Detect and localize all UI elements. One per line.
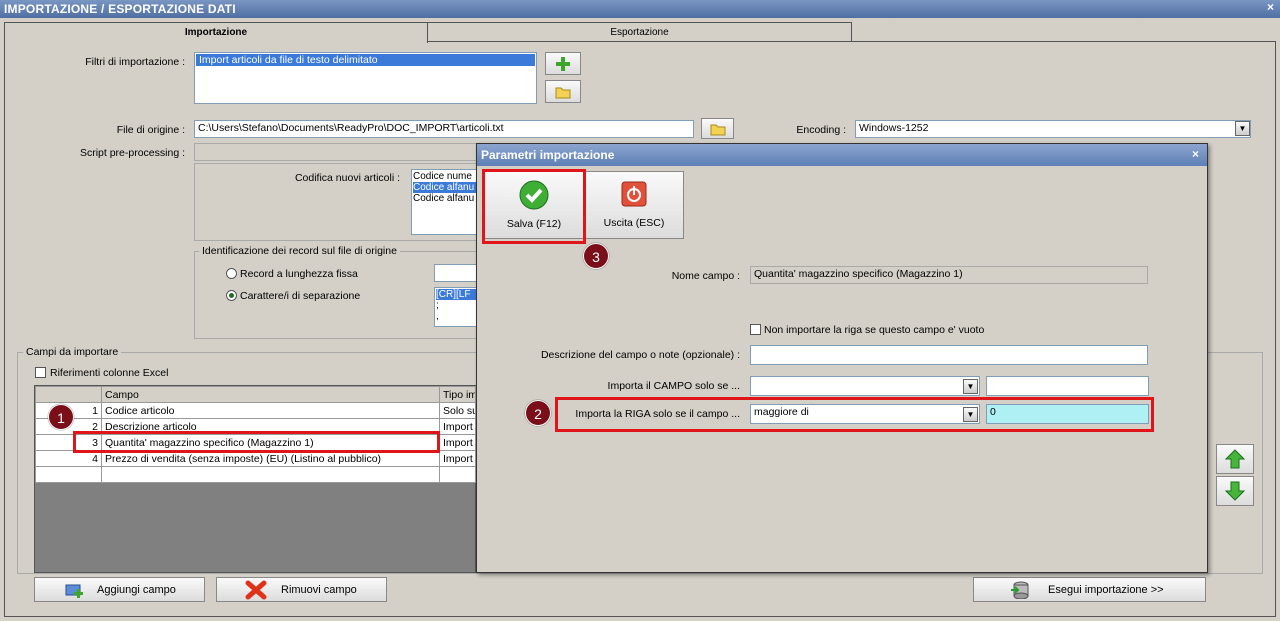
table-header-campo[interactable]: Campo — [101, 386, 440, 403]
table-row-empty[interactable] — [35, 466, 476, 483]
identification-title: Identificazione dei record sul file di o… — [199, 245, 400, 257]
remove-x-icon — [245, 580, 267, 599]
import-field-label: Importa il CAMPO solo se ... — [607, 380, 740, 392]
excel-ref-label: Riferimenti colonne Excel — [50, 367, 169, 379]
chevron-down-icon[interactable]: ▼ — [963, 407, 978, 422]
import-row-value-input[interactable]: 0 — [986, 404, 1149, 424]
folder-icon — [710, 124, 725, 135]
script-input[interactable] — [194, 143, 484, 161]
codifica-item[interactable]: Codice alfanu — [413, 193, 479, 204]
encoding-select[interactable]: Windows-1252 — [855, 120, 1251, 138]
skip-empty-label: Non importare la riga se questo campo e'… — [764, 324, 985, 336]
highlight-save — [482, 169, 586, 244]
skip-empty-checkbox[interactable] — [750, 324, 761, 335]
add-filter-button[interactable] — [545, 52, 581, 75]
chevron-down-icon[interactable]: ▼ — [963, 379, 978, 394]
radio-separator-label: Carattere/i di separazione — [240, 290, 361, 302]
row-tipo[interactable]: Import — [439, 434, 476, 451]
fixed-length-input[interactable] — [434, 264, 478, 282]
import-params-dialog: Parametri importazione × Salva (F12) Usc… — [476, 143, 1208, 573]
radio-fixed-length[interactable] — [226, 268, 237, 279]
add-field-label: Aggiungi campo — [97, 583, 176, 596]
highlight-row-3 — [73, 431, 440, 453]
arrow-up-icon — [1225, 449, 1245, 469]
radio-fixed-label: Record a lunghezza fissa — [240, 268, 358, 280]
codifica-label: Codifica nuovi articoli : — [294, 172, 400, 184]
tab-importazione[interactable]: Importazione — [4, 22, 428, 43]
run-import-button[interactable]: Esegui importazione >> — [973, 577, 1206, 602]
import-row-condition-value: maggiore di — [754, 406, 809, 418]
origin-file-label: File di origine : — [116, 124, 185, 136]
row-tipo[interactable]: Solo su — [439, 402, 476, 419]
filters-list[interactable]: Import articoli da file di testo delimit… — [194, 52, 537, 104]
database-import-icon — [1011, 581, 1029, 599]
row-tipo[interactable]: Import — [439, 418, 476, 435]
codifica-list[interactable]: Codice nume Codice alfanu Codice alfanu — [411, 169, 481, 235]
run-import-label: Esegui importazione >> — [1048, 583, 1164, 596]
separator-item[interactable]: [CR][LF — [436, 289, 476, 300]
badge-3: 3 — [583, 243, 609, 269]
exit-button[interactable]: Uscita (ESC) — [584, 171, 684, 239]
description-label: Descrizione del campo o note (opzionale)… — [540, 349, 740, 361]
field-name-value: Quantita' magazzino specifico (Magazzino… — [750, 266, 1148, 284]
table-header-tipo[interactable]: Tipo im — [439, 386, 476, 403]
fields-table-area: Campo Tipo im 1 Codice articolo Solo su … — [34, 385, 476, 573]
folder-icon — [555, 87, 571, 98]
browse-file-button[interactable] — [701, 118, 734, 139]
import-row-condition-select[interactable]: maggiore di — [750, 404, 980, 424]
origin-file-input[interactable]: C:\Users\Stefano\Documents\ReadyPro\DOC_… — [194, 120, 694, 138]
encoding-value: Windows-1252 — [859, 122, 929, 134]
remove-field-button[interactable]: Rimuovi campo — [216, 577, 387, 602]
remove-field-label: Rimuovi campo — [281, 583, 357, 596]
chevron-down-icon[interactable]: ▼ — [1235, 121, 1250, 136]
filters-list-item[interactable]: Import articoli da file di testo delimit… — [196, 54, 535, 66]
plus-icon — [556, 56, 570, 71]
separator-item[interactable]: ; — [436, 300, 476, 311]
codifica-item[interactable]: Codice alfanu — [413, 182, 479, 193]
separator-list[interactable]: [CR][LF ; , — [434, 287, 478, 327]
table-row[interactable]: 1 Codice articolo Solo su — [35, 402, 476, 419]
excel-ref-checkbox[interactable] — [35, 367, 46, 378]
encoding-label: Encoding : — [796, 124, 846, 136]
description-input[interactable] — [750, 345, 1148, 365]
fields-group-title: Campi da importare — [23, 346, 122, 358]
exit-label: Uscita (ESC) — [603, 217, 665, 229]
dialog-close-icon[interactable]: × — [1192, 147, 1199, 161]
window-close-icon[interactable]: × — [1267, 0, 1274, 14]
separator-item[interactable]: , — [436, 311, 476, 322]
move-up-button[interactable] — [1216, 444, 1254, 474]
badge-2: 2 — [525, 400, 551, 426]
arrow-down-icon — [1225, 481, 1245, 501]
dialog-title: Parametri importazione — [477, 144, 1207, 166]
import-field-value-input[interactable] — [986, 376, 1149, 396]
open-filter-button[interactable] — [545, 80, 581, 103]
row-campo[interactable]: Codice articolo — [101, 402, 440, 419]
badge-1: 1 — [48, 404, 74, 430]
move-down-button[interactable] — [1216, 476, 1254, 506]
add-field-icon — [65, 584, 83, 598]
script-label: Script pre-processing : — [79, 147, 185, 159]
power-icon — [621, 181, 647, 207]
add-field-button[interactable]: Aggiungi campo — [34, 577, 205, 602]
codifica-item[interactable]: Codice nume — [413, 171, 479, 182]
field-name-label: Nome campo : — [671, 270, 740, 282]
table-header-num — [35, 386, 102, 403]
import-field-condition-select[interactable] — [750, 376, 980, 396]
window-title: IMPORTAZIONE / ESPORTAZIONE DATI — [0, 0, 1280, 18]
row-tipo[interactable]: Import — [439, 450, 476, 467]
radio-separator[interactable] — [226, 290, 237, 301]
tab-esportazione[interactable]: Esportazione — [427, 22, 852, 42]
filters-label: Filtri di importazione : — [85, 56, 185, 68]
